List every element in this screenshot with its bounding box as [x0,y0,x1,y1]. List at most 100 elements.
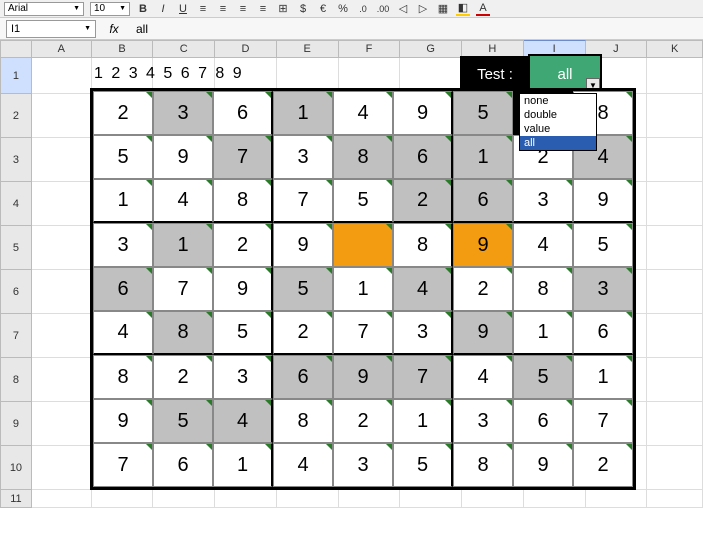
sudoku-cell[interactable]: 8 [93,355,153,399]
bold-icon[interactable]: B [136,2,150,16]
cell[interactable] [92,490,154,508]
column-header[interactable]: A [32,40,92,58]
sudoku-cell[interactable]: 4 [213,399,273,443]
cell[interactable] [32,138,92,182]
sudoku-cell[interactable]: 4 [513,223,573,267]
cell[interactable] [32,490,92,508]
sudoku-cell[interactable]: 6 [273,355,333,399]
sudoku-cell[interactable]: 4 [153,179,213,223]
cell[interactable] [339,490,401,508]
sudoku-cell[interactable]: 3 [273,135,333,179]
validation-dropdown-list[interactable]: nonedoublevalueall [519,93,597,151]
sudoku-cell[interactable]: 7 [333,311,393,355]
sudoku-cell[interactable]: 3 [333,443,393,487]
sudoku-cell[interactable]: 8 [333,135,393,179]
cell[interactable] [32,358,92,402]
align-right-icon[interactable]: ≡ [236,2,250,16]
dropdown-option[interactable]: value [520,122,596,136]
sudoku-cell[interactable]: 2 [333,399,393,443]
cell[interactable] [153,490,215,508]
sudoku-cell[interactable]: 6 [93,267,153,311]
sudoku-cell[interactable]: 9 [453,223,513,267]
dropdown-option[interactable]: double [520,108,596,122]
row-header[interactable]: 1 [0,58,32,94]
sudoku-cell[interactable]: 2 [573,443,633,487]
cell[interactable] [647,226,703,270]
sudoku-cell[interactable]: 5 [573,223,633,267]
sudoku-cell[interactable]: 2 [93,91,153,135]
dropdown-option[interactable]: all [520,136,596,150]
cell[interactable] [647,490,703,508]
underline-icon[interactable]: U [176,2,190,16]
sudoku-cell[interactable]: 4 [273,443,333,487]
sudoku-cell[interactable]: 8 [513,267,573,311]
cell[interactable] [647,446,703,490]
cell[interactable] [647,314,703,358]
cell[interactable] [647,270,703,314]
cell[interactable] [462,490,524,508]
sudoku-cell[interactable]: 1 [153,223,213,267]
sudoku-cell[interactable]: 7 [93,443,153,487]
sudoku-cell[interactable]: 9 [153,135,213,179]
sudoku-cell[interactable]: 6 [393,135,453,179]
sudoku-cell[interactable]: 5 [273,267,333,311]
sudoku-cell[interactable]: 1 [273,91,333,135]
sudoku-cell[interactable]: 6 [513,399,573,443]
merge-cells-icon[interactable]: ⊞ [276,2,290,16]
sudoku-cell[interactable]: 1 [573,355,633,399]
cell[interactable] [647,358,703,402]
borders-icon[interactable]: ▦ [436,2,450,16]
sudoku-cell[interactable]: 3 [453,399,513,443]
select-all-corner[interactable] [0,40,32,58]
sudoku-cell[interactable]: 8 [273,399,333,443]
row-header[interactable]: 6 [0,270,32,314]
cell[interactable] [32,226,92,270]
sudoku-cell[interactable]: 3 [153,91,213,135]
sudoku-cell[interactable]: 7 [213,135,273,179]
sudoku-cell[interactable]: 3 [573,267,633,311]
sudoku-cell[interactable]: 8 [213,179,273,223]
cell[interactable] [32,58,92,94]
sudoku-cell[interactable]: 1 [93,179,153,223]
sudoku-cell[interactable]: 3 [393,311,453,355]
cell[interactable] [586,490,648,508]
percent-icon[interactable]: % [336,2,350,16]
cell[interactable] [32,446,92,490]
sudoku-cell[interactable]: 9 [333,355,393,399]
sudoku-cell[interactable]: 5 [333,179,393,223]
cell[interactable] [32,94,92,138]
align-justify-icon[interactable]: ≡ [256,2,270,16]
sudoku-cell[interactable]: 2 [273,311,333,355]
sudoku-cell[interactable]: 1 [453,135,513,179]
sudoku-cell[interactable]: 9 [453,311,513,355]
sudoku-cell[interactable]: 7 [393,355,453,399]
cell[interactable] [215,490,277,508]
sudoku-cell[interactable]: 5 [93,135,153,179]
align-left-icon[interactable]: ≡ [196,2,210,16]
sudoku-cell[interactable]: 6 [213,91,273,135]
sudoku-cell[interactable]: 4 [333,91,393,135]
font-color-icon[interactable]: A [476,2,490,16]
sudoku-cell[interactable]: 9 [273,223,333,267]
sudoku-cell[interactable]: 4 [393,267,453,311]
sudoku-cell[interactable]: 7 [153,267,213,311]
cell[interactable] [647,182,703,226]
italic-icon[interactable]: I [156,2,170,16]
sudoku-cell[interactable]: 4 [453,355,513,399]
sudoku-cell[interactable]: 2 [393,179,453,223]
font-name-combo[interactable]: Arial ▼ [4,2,84,16]
cell[interactable] [277,490,339,508]
sudoku-cell[interactable] [333,223,393,267]
sudoku-cell[interactable]: 5 [453,91,513,135]
sudoku-cell[interactable]: 5 [213,311,273,355]
cell[interactable] [647,58,703,94]
sudoku-cell[interactable]: 8 [453,443,513,487]
cell[interactable] [32,314,92,358]
sudoku-cell[interactable]: 5 [153,399,213,443]
sudoku-cell[interactable]: 1 [393,399,453,443]
currency-icon[interactable]: $ [296,2,310,16]
sudoku-cell[interactable]: 9 [393,91,453,135]
font-size-combo[interactable]: 10 ▼ [90,2,130,16]
cell[interactable] [400,490,462,508]
fill-color-icon[interactable]: ◧ [456,2,470,16]
